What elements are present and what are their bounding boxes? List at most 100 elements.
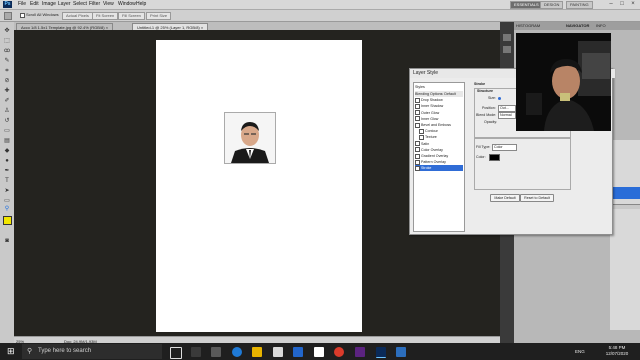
chrome-icon[interactable] — [334, 347, 344, 357]
marquee-tool-icon[interactable]: ⬚ — [3, 38, 11, 45]
list-item-bevel-and-emboss[interactable]: Bevel and Emboss — [415, 122, 463, 128]
blur-tool-icon[interactable]: ◆ — [3, 148, 11, 155]
menu-help[interactable]: Help — [136, 1, 146, 7]
quick-mask-icon[interactable]: ◙ — [3, 238, 11, 245]
layer-row[interactable] — [612, 204, 640, 209]
menu-filter[interactable]: Filter — [89, 1, 100, 7]
list-item-drop-shadow[interactable]: Drop Shadow — [415, 97, 463, 103]
selected-layer-row[interactable] — [612, 187, 640, 199]
move-tool-icon[interactable]: ✥ — [3, 28, 11, 35]
make-default-button[interactable]: Make Default — [490, 194, 520, 202]
minimize-icon[interactable]: – — [606, 0, 616, 8]
lasso-tool-icon[interactable]: ꝏ — [3, 48, 11, 55]
photoshop-taskbar-icon[interactable] — [376, 347, 386, 358]
brush-tool-icon[interactable]: ✐ — [3, 98, 11, 105]
stroke-color-swatch[interactable] — [489, 154, 500, 161]
fill-type-select[interactable]: Color — [492, 144, 517, 151]
tab-info[interactable]: INFO — [596, 23, 606, 28]
list-item-inner-glow[interactable]: Inner Glow — [415, 116, 463, 122]
healing-tool-icon[interactable]: ✚ — [3, 88, 11, 95]
style-checkbox[interactable] — [419, 134, 424, 140]
amazon-icon[interactable] — [314, 347, 324, 357]
history-brush-tool-icon[interactable]: ↺ — [3, 118, 11, 125]
style-checkbox[interactable] — [415, 122, 420, 128]
style-checkbox[interactable] — [415, 110, 420, 116]
fit-screen-button[interactable]: Fit Screen — [92, 12, 119, 20]
menu-layer[interactable]: Layer — [58, 1, 71, 7]
list-item-inner-shadow[interactable]: Inner Shadow — [415, 103, 463, 109]
windows-start-icon[interactable]: ⊞ — [7, 347, 16, 356]
eraser-tool-icon[interactable]: ▭ — [3, 128, 11, 135]
style-checkbox[interactable] — [415, 165, 420, 171]
menu-view[interactable]: View — [103, 1, 114, 7]
premiere-icon[interactable] — [355, 347, 365, 357]
list-item-texture[interactable]: Texture — [419, 134, 467, 140]
menu-image[interactable]: Image — [42, 1, 56, 7]
actual-pixels-button[interactable]: Actual Pixels — [62, 12, 93, 20]
workspace-design[interactable]: DESIGN — [540, 1, 564, 9]
tab-histogram[interactable]: HISTOGRAM — [516, 23, 540, 28]
document-page[interactable] — [156, 40, 362, 332]
list-item-outer-glow[interactable]: Outer Glow — [415, 110, 463, 116]
gradient-tool-icon[interactable]: ▤ — [3, 138, 11, 145]
taskbar-search[interactable]: ⚲ Type here to search — [22, 344, 162, 359]
style-checkbox[interactable] — [415, 103, 420, 109]
edge-browser-icon[interactable] — [232, 347, 242, 357]
path-select-tool-icon[interactable]: ➤ — [3, 188, 11, 195]
style-checkbox[interactable] — [419, 128, 424, 134]
reset-default-button[interactable]: Reset to Default — [520, 194, 554, 202]
list-item-satin[interactable]: Satin — [415, 141, 463, 147]
style-checkbox[interactable] — [415, 153, 420, 159]
app-icon[interactable] — [211, 347, 221, 357]
store-icon[interactable] — [273, 347, 283, 357]
clone-stamp-tool-icon[interactable]: ♙ — [3, 108, 11, 115]
fill-screen-button[interactable]: Fill Screen — [118, 12, 145, 20]
actions-panel-icon[interactable] — [503, 46, 511, 53]
taskbar-clock[interactable]: 5:48 PM 12/07/2020 — [595, 345, 639, 359]
tab-navigator[interactable]: NAVIGATOR — [566, 23, 589, 28]
menu-file[interactable]: File — [18, 1, 26, 7]
style-list: Styles Blending Options: Default Drop Sha… — [413, 82, 465, 232]
app-icon-2[interactable] — [396, 347, 406, 357]
crop-tool-icon[interactable]: ⌗ — [3, 68, 11, 75]
size-slider-thumb[interactable] — [498, 97, 501, 100]
close-icon[interactable]: × — [628, 0, 638, 8]
scroll-all-checkbox[interactable] — [20, 13, 25, 18]
foreground-color-swatch[interactable] — [3, 216, 12, 225]
zoom-tool-icon[interactable]: ⚲ — [3, 206, 11, 213]
print-size-button[interactable]: Print Size — [146, 12, 172, 20]
history-panel-icon[interactable] — [503, 34, 511, 41]
list-item-stroke[interactable]: Stroke — [415, 165, 463, 172]
task-view-icon[interactable] — [170, 347, 182, 359]
style-checkbox[interactable] — [415, 141, 420, 147]
workspace-essentials[interactable]: ESSENTIALS — [510, 1, 543, 9]
list-item-color-overlay[interactable]: Color Overlay — [415, 147, 463, 153]
style-checkbox[interactable] — [415, 147, 420, 153]
quick-select-tool-icon[interactable]: ✎ — [3, 58, 11, 65]
search-placeholder: Type here to search — [38, 348, 92, 354]
shape-tool-icon[interactable]: ▭ — [3, 198, 11, 205]
style-checkbox[interactable] — [415, 97, 420, 103]
file-explorer-icon[interactable] — [191, 347, 201, 357]
mail-icon[interactable] — [293, 347, 303, 357]
menu-edit[interactable]: Edit — [30, 1, 39, 7]
language-indicator[interactable]: ENG — [575, 349, 585, 354]
list-item-gradient-overlay[interactable]: Gradient Overlay — [415, 153, 463, 159]
menu-window[interactable]: Window — [118, 1, 136, 7]
maximize-icon[interactable]: □ — [617, 0, 627, 8]
list-item-styles[interactable]: Styles — [415, 84, 463, 90]
menu-select[interactable]: Select — [73, 1, 87, 7]
position-select[interactable]: Out... — [498, 105, 516, 112]
pen-tool-icon[interactable]: ✒ — [3, 168, 11, 175]
blend-mode-select[interactable]: Normal — [498, 112, 516, 119]
style-checkbox[interactable] — [415, 159, 420, 165]
list-item-contour[interactable]: Contour — [419, 128, 467, 134]
type-tool-icon[interactable]: T — [3, 178, 11, 185]
folder-icon[interactable] — [252, 347, 262, 357]
style-checkbox[interactable] — [415, 116, 420, 122]
list-item-blending-options-default[interactable]: Blending Options: Default — [415, 91, 463, 97]
dodge-tool-icon[interactable]: ● — [3, 158, 11, 165]
eyedropper-tool-icon[interactable]: ⊘ — [3, 78, 11, 85]
list-item-pattern-overlay[interactable]: Pattern Overlay — [415, 159, 463, 165]
workspace-painting[interactable]: PAINTING — [566, 1, 593, 9]
